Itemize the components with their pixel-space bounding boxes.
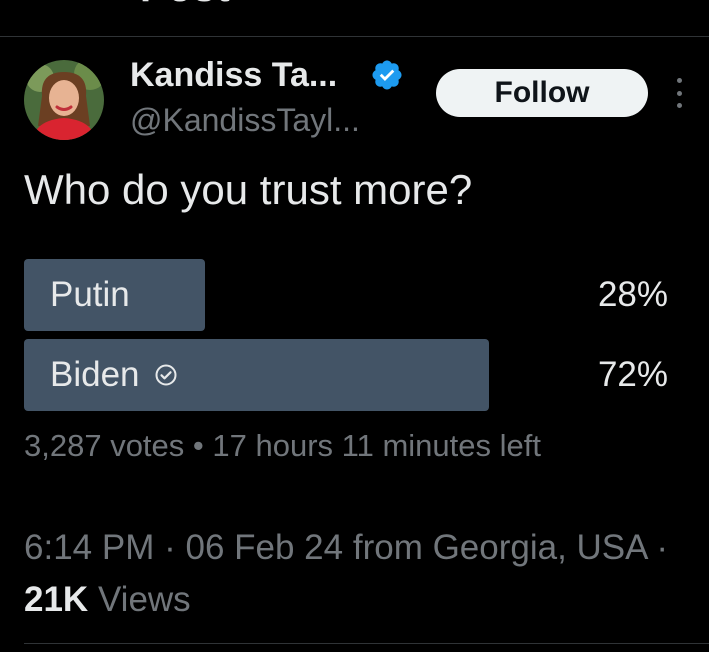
more-options-icon[interactable]	[672, 78, 686, 108]
poll-option-label-wrapper: Biden	[50, 339, 178, 411]
poll-option-percent: 72%	[597, 355, 668, 394]
meta-separator: ·	[164, 528, 176, 567]
tweet-meta: 6:14 PM · 06 Feb 24 from Georgia, USA · …	[24, 522, 684, 626]
poll-option-label: Putin	[50, 275, 130, 314]
avatar[interactable]	[24, 60, 104, 140]
poll-option-biden: Biden 72%	[24, 339, 670, 411]
page-title: Post	[140, 0, 231, 11]
verified-badge-icon	[372, 60, 402, 90]
poll-option-putin: Putin 28%	[24, 259, 670, 331]
poll-meta: 3,287 votes • 17 hours 11 minutes left	[24, 428, 541, 464]
tweet-time[interactable]: 6:14 PM	[24, 528, 154, 567]
poll-vote-count: 3,287 votes	[24, 428, 185, 463]
avatar-image	[24, 60, 104, 140]
author-name[interactable]: Kandiss Ta...	[130, 56, 337, 95]
tweet-date[interactable]: 06 Feb 24	[185, 528, 343, 567]
poll-separator: •	[192, 428, 204, 463]
poll-option-label: Biden	[50, 355, 140, 394]
meta-separator: ·	[656, 528, 668, 567]
tweet-source: from Georgia, USA	[352, 528, 647, 567]
views-label: Views	[97, 580, 191, 619]
tweet-text: Who do you trust more?	[24, 166, 473, 213]
header-divider	[0, 36, 709, 37]
views-count[interactable]: 21K	[24, 580, 88, 619]
poll-option-percent: 28%	[597, 275, 668, 314]
check-circle-icon	[155, 364, 177, 386]
follow-button[interactable]: Follow	[436, 69, 648, 117]
poll-time-left: 17 hours 11 minutes left	[212, 428, 541, 463]
author-handle[interactable]: @KandissTayl...	[130, 102, 360, 139]
bottom-divider	[24, 643, 709, 644]
